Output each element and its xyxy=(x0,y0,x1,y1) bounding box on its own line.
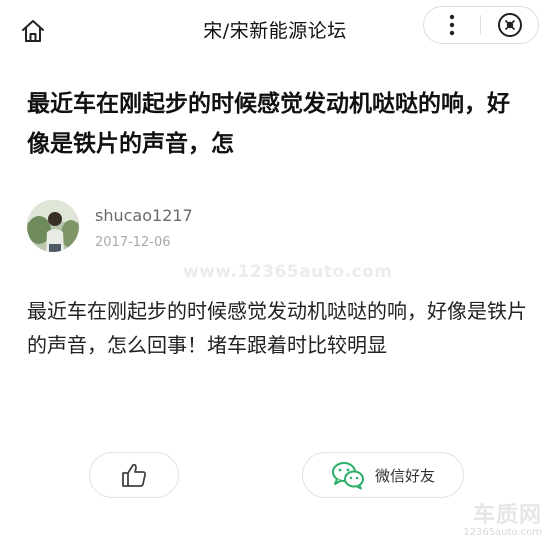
watermark-logo-url: 12365auto.com xyxy=(463,527,542,538)
avatar[interactable] xyxy=(27,200,79,252)
author-info: shucao1217 2017-12-06 xyxy=(27,200,327,256)
post-date: 2017-12-06 xyxy=(95,235,171,250)
more-vertical-icon xyxy=(449,14,455,36)
watermark-logo-text: 车质网 xyxy=(472,503,542,528)
avatar-image xyxy=(27,200,79,252)
share-wechat-button[interactable]: 微信好友 xyxy=(302,452,464,498)
author-name[interactable]: shucao1217 xyxy=(95,206,193,225)
post-body: 最近车在刚起步的时候感觉发动机哒哒的响，好像是铁片的声音，怎么回事！堵车跟着时比… xyxy=(27,299,527,357)
top-navigation-bar: 宋/宋新能源论坛 xyxy=(0,0,550,58)
wechat-icon xyxy=(331,462,364,490)
more-button[interactable] xyxy=(424,7,480,43)
watermark-logo: 车质网 12365auto.com xyxy=(463,497,542,538)
post-title: 最近车在刚起步的时候感觉发动机哒哒的响，好像是铁片的声音，怎 xyxy=(27,91,510,157)
close-circle-icon xyxy=(497,13,522,37)
watermark-text: www.12365auto.com xyxy=(183,262,393,282)
mini-program-capsule xyxy=(423,6,539,44)
thumbs-up-icon xyxy=(122,463,146,487)
close-button[interactable] xyxy=(481,7,538,43)
share-label: 微信好友 xyxy=(374,466,435,485)
like-button[interactable] xyxy=(89,452,179,498)
